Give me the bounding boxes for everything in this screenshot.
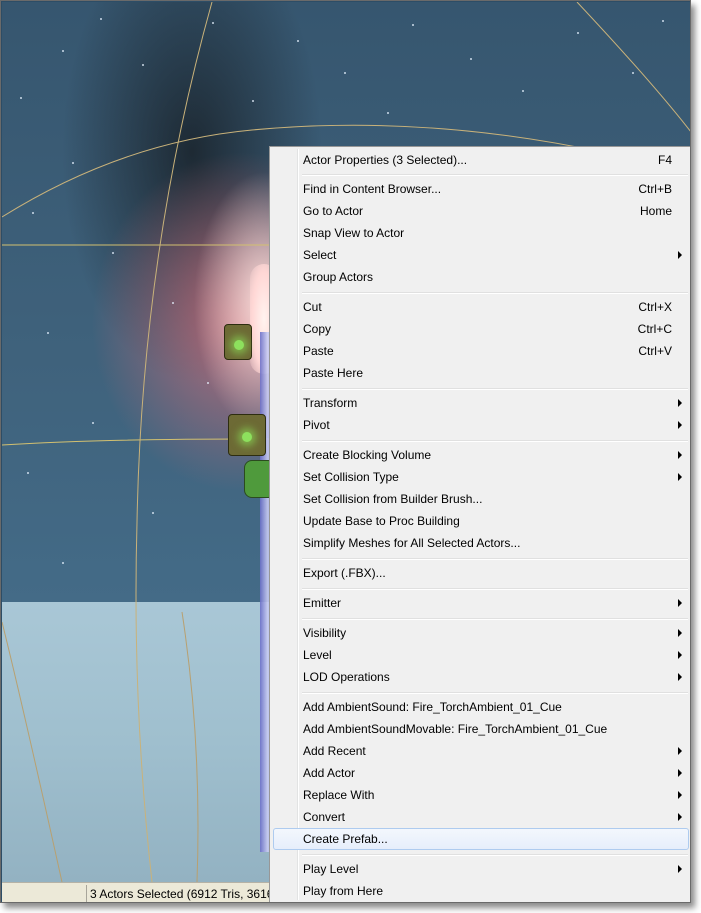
menu-separator <box>302 388 688 390</box>
menu-item-label: Group Actors <box>303 270 374 284</box>
menu-separator <box>302 440 688 442</box>
menu-item-label: Export (.FBX)... <box>303 566 386 580</box>
menu-item-lod-operations[interactable]: LOD Operations <box>273 666 689 688</box>
actor-context-menu: Actor Properties (3 Selected)... F4 Find… <box>269 146 690 902</box>
menu-item-add-recent[interactable]: Add Recent <box>273 740 689 762</box>
menu-item-export-fbx[interactable]: Export (.FBX)... <box>273 562 689 584</box>
submenu-arrow-icon <box>678 813 682 821</box>
submenu-arrow-icon <box>678 865 682 873</box>
menu-item-label: Actor Properties (3 Selected)... <box>303 153 468 167</box>
menu-item-add-ambientsoundmovable[interactable]: Add AmbientSoundMovable: Fire_TorchAmbie… <box>273 718 689 740</box>
menu-item-shortcut: Ctrl+C <box>637 322 672 336</box>
menu-item-create-prefab[interactable]: Create Prefab... <box>273 828 689 850</box>
menu-item-label: Simplify Meshes for All Selected Actors.… <box>303 536 521 550</box>
menu-item-actor-properties[interactable]: Actor Properties (3 Selected)... F4 <box>273 149 689 171</box>
menu-item-label: Create Prefab... <box>303 832 388 846</box>
menu-separator <box>302 558 688 560</box>
menu-item-snap-view-to-actor[interactable]: Snap View to Actor <box>273 222 689 244</box>
menu-item-group-actors[interactable]: Group Actors <box>273 266 689 288</box>
menu-item-label: Update Base to Proc Building <box>303 514 460 528</box>
menu-separator <box>302 174 688 176</box>
menu-separator <box>302 854 688 856</box>
submenu-arrow-icon <box>678 251 682 259</box>
submenu-arrow-icon <box>678 629 682 637</box>
menu-item-label: Create Blocking Volume <box>303 448 432 462</box>
submenu-arrow-icon <box>678 651 682 659</box>
menu-item-label: Add AmbientSound: Fire_TorchAmbient_01_C… <box>303 700 562 714</box>
menu-item-label: Visibility <box>303 626 347 640</box>
menu-item-label: Snap View to Actor <box>303 226 405 240</box>
selection-status: 3 Actors Selected (6912 Tris, 3616 Ve <box>90 887 291 901</box>
menu-item-label: Pivot <box>303 418 330 432</box>
menu-item-add-actor[interactable]: Add Actor <box>273 762 689 784</box>
menu-item-copy[interactable]: Copy Ctrl+C <box>273 318 689 340</box>
menu-item-label: Find in Content Browser... <box>303 182 442 196</box>
submenu-arrow-icon <box>678 769 682 777</box>
submenu-arrow-icon <box>678 451 682 459</box>
menu-item-shortcut: F4 <box>657 153 672 167</box>
menu-item-shortcut: Ctrl+B <box>638 182 672 196</box>
menu-item-label: Copy <box>303 322 332 336</box>
menu-item-label: Play Level <box>303 862 359 876</box>
menu-item-shortcut: Ctrl+X <box>638 300 672 314</box>
menu-item-shortcut: Home <box>639 204 672 218</box>
menu-item-label: Emitter <box>303 596 342 610</box>
menu-item-visibility[interactable]: Visibility <box>273 622 689 644</box>
menu-item-go-to-actor[interactable]: Go to Actor Home <box>273 200 689 222</box>
menu-item-select[interactable]: Select <box>273 244 689 266</box>
menu-item-create-blocking-volume[interactable]: Create Blocking Volume <box>273 444 689 466</box>
submenu-arrow-icon <box>678 747 682 755</box>
menu-item-label: Transform <box>303 396 358 410</box>
menu-item-find-in-content-browser[interactable]: Find in Content Browser... Ctrl+B <box>273 178 689 200</box>
menu-separator <box>302 292 688 294</box>
menu-item-label: Set Collision from Builder Brush... <box>303 492 483 506</box>
menu-item-label: LOD Operations <box>303 670 390 684</box>
menu-item-label: Level <box>303 648 332 662</box>
menu-item-label: Select <box>303 248 337 262</box>
menu-separator <box>302 618 688 620</box>
menu-item-label: Convert <box>303 810 346 824</box>
menu-item-label: Paste Here <box>303 366 364 380</box>
gizmo-dot <box>242 432 252 442</box>
menu-separator <box>302 692 688 694</box>
menu-item-label: Play from Here <box>303 884 384 898</box>
submenu-arrow-icon <box>678 421 682 429</box>
menu-item-level[interactable]: Level <box>273 644 689 666</box>
menu-item-paste-here[interactable]: Paste Here <box>273 362 689 384</box>
menu-item-set-collision-type[interactable]: Set Collision Type <box>273 466 689 488</box>
menu-item-label: Go to Actor <box>303 204 364 218</box>
menu-item-convert[interactable]: Convert <box>273 806 689 828</box>
submenu-arrow-icon <box>678 673 682 681</box>
submenu-arrow-icon <box>678 473 682 481</box>
menu-item-add-ambientsound[interactable]: Add AmbientSound: Fire_TorchAmbient_01_C… <box>273 696 689 718</box>
menu-item-play-level[interactable]: Play Level <box>273 858 689 880</box>
menu-item-update-base-to-proc-building[interactable]: Update Base to Proc Building <box>273 510 689 532</box>
menu-item-cut[interactable]: Cut Ctrl+X <box>273 296 689 318</box>
menu-item-label: Paste <box>303 344 334 358</box>
menu-item-paste[interactable]: Paste Ctrl+V <box>273 340 689 362</box>
menu-item-simplify-meshes[interactable]: Simplify Meshes for All Selected Actors.… <box>273 532 689 554</box>
menu-item-label: Add AmbientSoundMovable: Fire_TorchAmbie… <box>303 722 608 736</box>
menu-item-label: Set Collision Type <box>303 470 399 484</box>
menu-item-play-from-here[interactable]: Play from Here <box>273 880 689 902</box>
menu-item-replace-with[interactable]: Replace With <box>273 784 689 806</box>
menu-item-label: Cut <box>303 300 322 314</box>
submenu-arrow-icon <box>678 599 682 607</box>
menu-item-transform[interactable]: Transform <box>273 392 689 414</box>
submenu-arrow-icon <box>678 399 682 407</box>
menu-item-set-collision-from-builder-brush[interactable]: Set Collision from Builder Brush... <box>273 488 689 510</box>
menu-item-pivot[interactable]: Pivot <box>273 414 689 436</box>
menu-item-shortcut: Ctrl+V <box>638 344 672 358</box>
menu-separator <box>302 588 688 590</box>
menu-item-label: Replace With <box>303 788 375 802</box>
menu-item-label: Add Recent <box>303 744 366 758</box>
submenu-arrow-icon <box>678 791 682 799</box>
menu-item-emitter[interactable]: Emitter <box>273 592 689 614</box>
gizmo-dot <box>234 340 244 350</box>
status-divider <box>86 885 87 902</box>
editor-window: 3 Actors Selected (6912 Tris, 3616 Ve Ac… <box>0 0 691 903</box>
menu-item-label: Add Actor <box>303 766 356 780</box>
